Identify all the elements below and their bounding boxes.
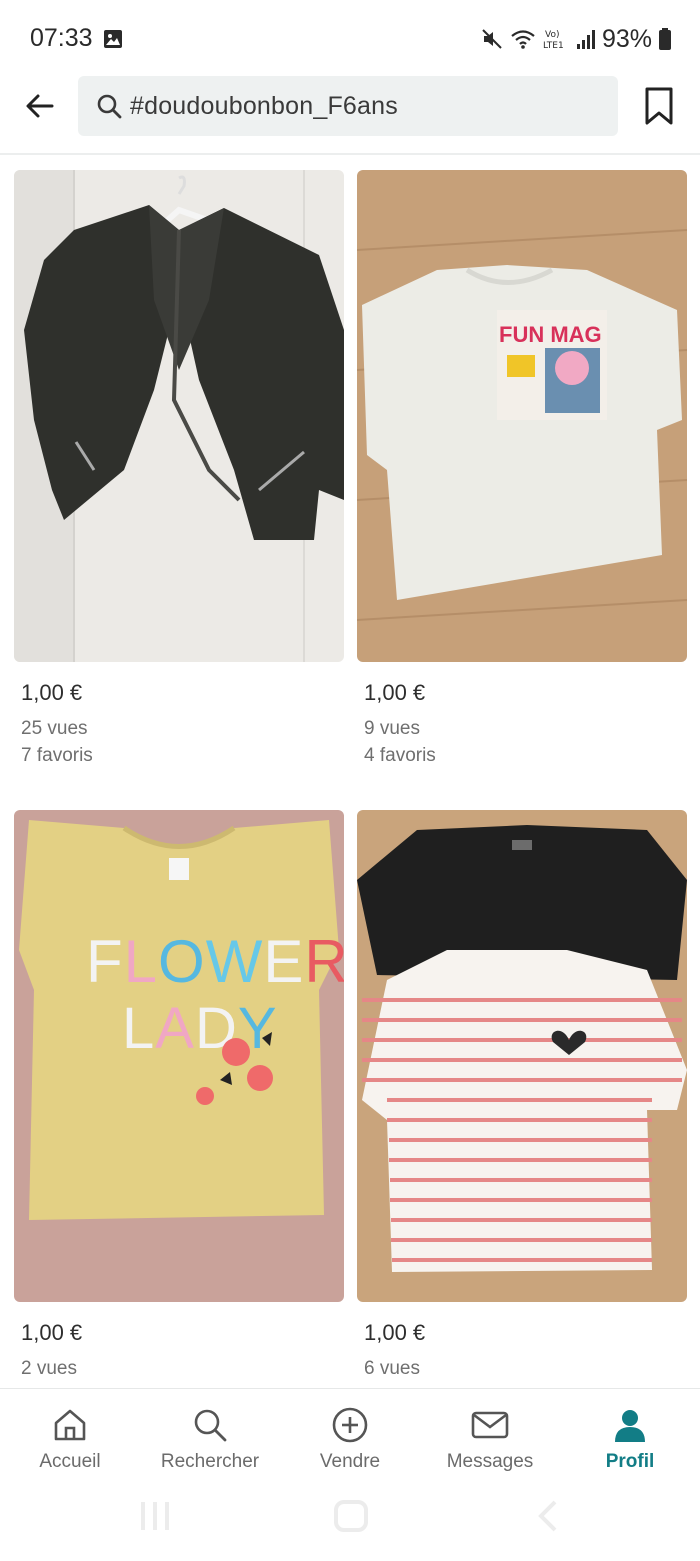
svg-text:LTE1: LTE1 bbox=[543, 41, 564, 51]
print-text-lady: LADY bbox=[122, 996, 278, 1061]
gallery-icon bbox=[104, 30, 122, 48]
nav-item-rechercher[interactable]: Rechercher bbox=[140, 1389, 280, 1487]
bookmark-icon bbox=[645, 87, 673, 125]
battery-icon bbox=[659, 28, 671, 50]
header: #doudoubonbon_F6ans bbox=[0, 70, 700, 154]
back-button[interactable] bbox=[18, 84, 62, 128]
mute-icon bbox=[482, 29, 502, 49]
svg-text:Vo): Vo) bbox=[545, 30, 559, 40]
product-photo-blazer[interactable] bbox=[14, 170, 344, 662]
product-price: 1,00 € bbox=[364, 680, 426, 705]
nav-label: Accueil bbox=[39, 1451, 101, 1472]
bottom-navigation: Accueil Rechercher Vendre Messages Profi… bbox=[0, 1388, 700, 1487]
save-search-button[interactable] bbox=[638, 82, 680, 130]
back-arrow-icon bbox=[26, 94, 54, 118]
recent-apps-icon[interactable] bbox=[141, 1502, 169, 1530]
plus-circle-icon bbox=[330, 1405, 370, 1445]
product-photo-flower-lady[interactable]: FLOWER LADY bbox=[14, 810, 344, 1302]
home-icon bbox=[50, 1405, 90, 1445]
product-views: 25 vues bbox=[21, 718, 88, 739]
print-text-flower: FLOWER bbox=[86, 928, 344, 995]
nav-label: Vendre bbox=[319, 1451, 381, 1472]
home-system-icon[interactable] bbox=[334, 1500, 368, 1532]
search-query: #doudoubonbon_F6ans bbox=[130, 91, 398, 120]
header-divider bbox=[0, 153, 700, 155]
nav-label: Rechercher bbox=[160, 1451, 260, 1472]
product-price: 1,00 € bbox=[364, 1320, 426, 1345]
status-time: 07:33 bbox=[30, 24, 93, 52]
product-price: 1,00 € bbox=[21, 680, 83, 705]
nav-label: Messages bbox=[446, 1451, 534, 1472]
search-icon bbox=[190, 1405, 230, 1445]
product-photo-striped-shirts[interactable] bbox=[357, 810, 687, 1302]
product-views: 2 vues bbox=[21, 1358, 77, 1379]
nav-item-vendre[interactable]: Vendre bbox=[280, 1389, 420, 1487]
system-navigation-bar bbox=[0, 1486, 700, 1556]
wifi-icon bbox=[511, 30, 535, 49]
product-favorites: 4 favoris bbox=[364, 745, 436, 766]
signal-icon bbox=[576, 30, 595, 49]
envelope-icon bbox=[470, 1405, 510, 1445]
status-indicators: Vo) LTE1 93% bbox=[480, 24, 672, 54]
product-views: 6 vues bbox=[364, 1358, 420, 1379]
product-views: 9 vues bbox=[364, 718, 420, 739]
back-system-icon[interactable] bbox=[538, 1500, 557, 1532]
status-bar: 07:33 Vo) LTE1 93% bbox=[0, 0, 700, 70]
nav-label: Profil bbox=[605, 1451, 655, 1472]
nav-item-messages[interactable]: Messages bbox=[420, 1389, 560, 1487]
search-icon bbox=[96, 93, 122, 119]
print-text-fun-mag: FUN MAG bbox=[499, 322, 602, 347]
nav-item-accueil[interactable]: Accueil bbox=[0, 1389, 140, 1487]
search-input[interactable]: #doudoubonbon_F6ans bbox=[78, 76, 618, 136]
product-price: 1,00 € bbox=[21, 1320, 83, 1345]
product-favorites: 7 favoris bbox=[21, 745, 93, 766]
product-photo-tshirt[interactable]: FUN MAG bbox=[357, 170, 687, 662]
volte-icon: Vo) LTE1 bbox=[543, 30, 564, 51]
nav-item-profil[interactable]: Profil bbox=[560, 1389, 700, 1487]
battery-percent: 93% bbox=[601, 24, 652, 53]
profile-icon bbox=[610, 1405, 650, 1445]
